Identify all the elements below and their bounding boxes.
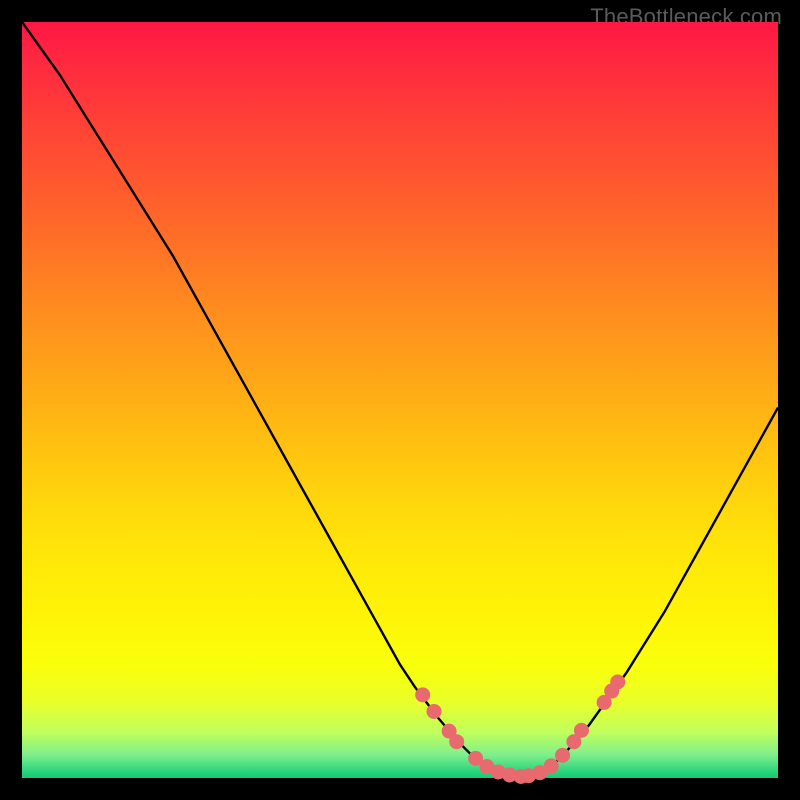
data-point (415, 687, 430, 702)
data-point (449, 734, 464, 749)
data-point (610, 674, 625, 689)
data-point (427, 704, 442, 719)
data-point (574, 723, 589, 738)
chart-svg (22, 22, 778, 778)
data-point (555, 748, 570, 763)
chart-container: TheBottleneck.com (0, 0, 800, 800)
plot-area (22, 22, 778, 778)
bottleneck-curve (22, 22, 778, 776)
data-point (544, 758, 559, 773)
